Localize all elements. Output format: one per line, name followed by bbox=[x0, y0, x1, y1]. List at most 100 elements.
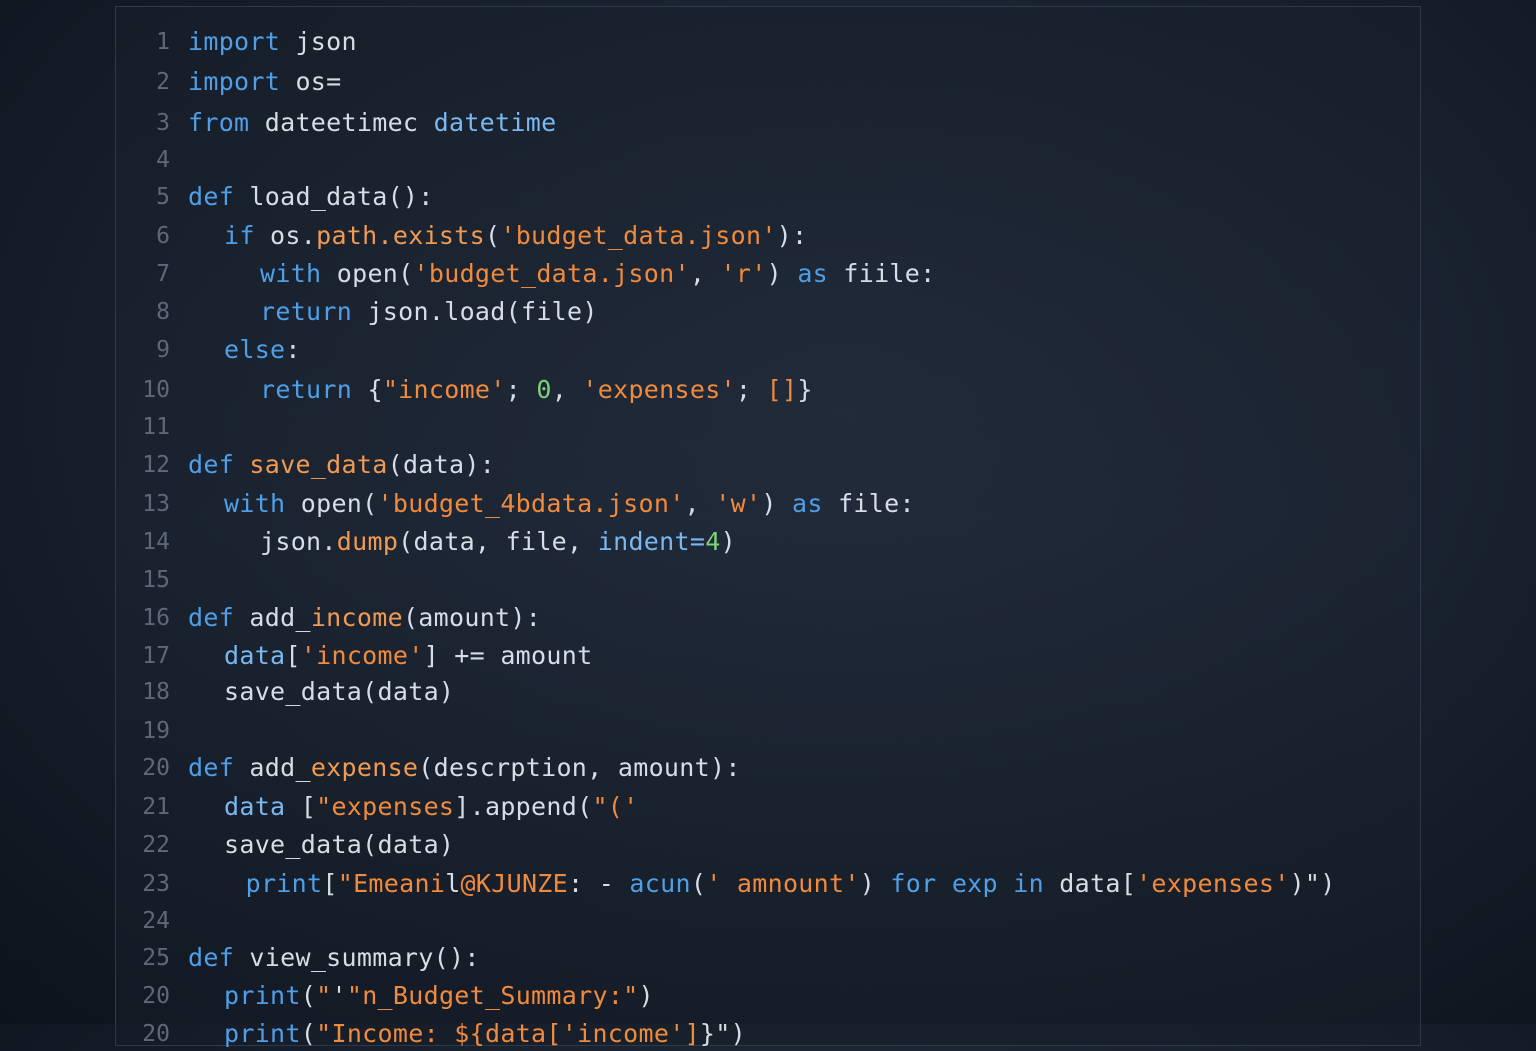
code-line[interactable]: 4 bbox=[116, 143, 1420, 177]
line-source: from dateetimec datetime bbox=[188, 106, 556, 140]
line-number: 2 bbox=[156, 69, 170, 95]
line-number: 1 bbox=[156, 29, 170, 55]
line-number: 14 bbox=[142, 529, 170, 555]
code-token: print bbox=[245, 869, 323, 898]
code-token: 'budget_data.json' bbox=[413, 259, 690, 288]
code-token: def bbox=[188, 182, 235, 211]
line-source: if os.path.exists('budget_data.json'): bbox=[224, 219, 807, 253]
code-line[interactable]: 6 if os.path.exists('budget_data.json'): bbox=[116, 219, 1420, 253]
line-source: else: bbox=[224, 333, 301, 367]
code-token: 'budget_data.json' bbox=[500, 221, 777, 250]
line-number: 20 bbox=[142, 755, 170, 781]
code-line[interactable]: 5 def load_data(): bbox=[116, 180, 1420, 214]
code-token: import bbox=[188, 67, 281, 96]
code-editor[interactable]: 1 import json 2 import os= 3 from dateetimec … bbox=[115, 6, 1421, 1048]
code-line[interactable]: 2 import os= bbox=[116, 65, 1420, 99]
code-token: (data, file, bbox=[398, 527, 598, 556]
code-token: ; bbox=[505, 375, 537, 404]
code-token: [ bbox=[285, 792, 317, 821]
line-number: 25 bbox=[142, 945, 170, 971]
line-number: 4 bbox=[156, 147, 170, 173]
code-token: 'income' bbox=[300, 641, 424, 670]
code-line[interactable]: 16 def add_income(amount): bbox=[116, 601, 1420, 635]
code-token: save_data bbox=[249, 450, 388, 479]
code-line[interactable]: 15 bbox=[116, 563, 1420, 597]
code-token: , bbox=[684, 489, 716, 518]
code-token: 'expenses' bbox=[582, 375, 736, 404]
code-line[interactable]: 20 print("'"n_Budget_Summary:") bbox=[116, 979, 1420, 1013]
line-source: def load_data(): bbox=[188, 180, 434, 214]
code-token: [ bbox=[285, 641, 301, 670]
code-line[interactable]: 17 data['income'] += amount bbox=[116, 639, 1420, 673]
line-number: 18 bbox=[142, 679, 170, 705]
code-token: 'expenses' bbox=[1136, 869, 1290, 898]
code-line[interactable]: 21 data ["expenses].append("(' bbox=[116, 790, 1420, 824]
line-source: with open('budget_4bdata.json', 'w') as … bbox=[224, 487, 915, 521]
code-line[interactable]: 18 save_data(data) bbox=[116, 675, 1420, 709]
code-token: ' amnount' bbox=[706, 869, 860, 898]
line-source: print("Income: ${data['income']}") bbox=[224, 1017, 746, 1051]
code-token: json. bbox=[260, 527, 337, 556]
code-line[interactable]: 25 def view_summary(): bbox=[116, 941, 1420, 975]
code-token: : - bbox=[568, 869, 630, 898]
line-number: 11 bbox=[142, 414, 170, 440]
line-number: 7 bbox=[156, 261, 170, 287]
code-line[interactable]: 20 print("Income: ${data['income']}") bbox=[116, 1017, 1420, 1051]
code-token: as bbox=[792, 489, 823, 518]
code-line[interactable]: 13 with open('budget_4bdata.json', 'w') a… bbox=[116, 487, 1420, 521]
line-source: def add_income(amount): bbox=[188, 601, 541, 635]
code-token: ) bbox=[638, 981, 654, 1010]
code-line[interactable]: 20 def add_expense(descrption, amount): bbox=[116, 751, 1420, 785]
code-token: with bbox=[260, 259, 322, 288]
code-line[interactable]: 9 else: bbox=[116, 333, 1420, 367]
line-number: 10 bbox=[142, 377, 170, 403]
code-token: print bbox=[224, 981, 301, 1010]
code-line[interactable]: 1 import json bbox=[116, 25, 1420, 59]
line-source: print("'"n_Budget_Summary:") bbox=[224, 979, 654, 1013]
code-token: [] bbox=[766, 375, 798, 404]
code-line[interactable]: 14 json.dump(data, file, indent=4) bbox=[116, 525, 1420, 559]
code-line[interactable]: 12 def save_data(data): bbox=[116, 448, 1420, 482]
line-source: save_data(data) bbox=[224, 675, 454, 709]
code-token: json.load(file) bbox=[352, 297, 598, 326]
code-line[interactable]: 7 with open('budget_data.json', 'r') as f… bbox=[116, 257, 1420, 291]
code-line[interactable]: 19 bbox=[116, 714, 1420, 748]
code-token: import bbox=[188, 27, 281, 56]
code-token: {data bbox=[469, 1019, 547, 1048]
code-token: json bbox=[280, 27, 357, 56]
line-number: 21 bbox=[142, 794, 170, 820]
code-token: dateetimec bbox=[249, 108, 434, 137]
code-token: ) bbox=[859, 869, 891, 898]
code-token: open( bbox=[285, 489, 378, 518]
line-source: def view_summary(): bbox=[188, 941, 480, 975]
code-line[interactable]: 10 return {"income'; 0, 'expenses'; []} bbox=[116, 373, 1420, 407]
line-source: save_data(data) bbox=[224, 828, 454, 862]
code-token: [ bbox=[322, 869, 338, 898]
code-token: ) bbox=[720, 527, 736, 556]
code-token: ( bbox=[300, 981, 317, 1010]
code-token: def bbox=[188, 603, 235, 632]
code-line[interactable]: 22 save_data(data) bbox=[116, 828, 1420, 862]
code-token: return bbox=[260, 375, 353, 404]
code-token: ] += amount bbox=[423, 641, 593, 670]
line-number: 13 bbox=[142, 491, 170, 517]
code-token: "Income: $ bbox=[316, 1019, 470, 1048]
code-token: ( bbox=[690, 869, 707, 898]
code-token: with bbox=[224, 489, 286, 518]
code-area[interactable]: 1 import json 2 import os= 3 from dateetimec … bbox=[116, 7, 1420, 1048]
code-line[interactable]: 3 from dateetimec datetime bbox=[116, 106, 1420, 140]
code-token: data bbox=[224, 641, 286, 670]
code-token: as bbox=[797, 259, 829, 288]
code-token: "expenses bbox=[316, 792, 455, 821]
code-token: return bbox=[260, 297, 353, 326]
code-line[interactable]: 23 print["Emeanil@KJUNZE: - acun(' amnoun… bbox=[116, 867, 1420, 901]
code-line[interactable]: 8 return json.load(file) bbox=[116, 295, 1420, 329]
line-number: 17 bbox=[142, 643, 170, 669]
code-token: 'r' bbox=[720, 259, 767, 288]
code-token: ].append( bbox=[454, 792, 593, 821]
code-line[interactable]: 11 bbox=[116, 410, 1420, 444]
code-token: print bbox=[224, 1019, 301, 1048]
code-token: for bbox=[890, 869, 937, 898]
code-line[interactable]: 24 bbox=[116, 904, 1420, 938]
